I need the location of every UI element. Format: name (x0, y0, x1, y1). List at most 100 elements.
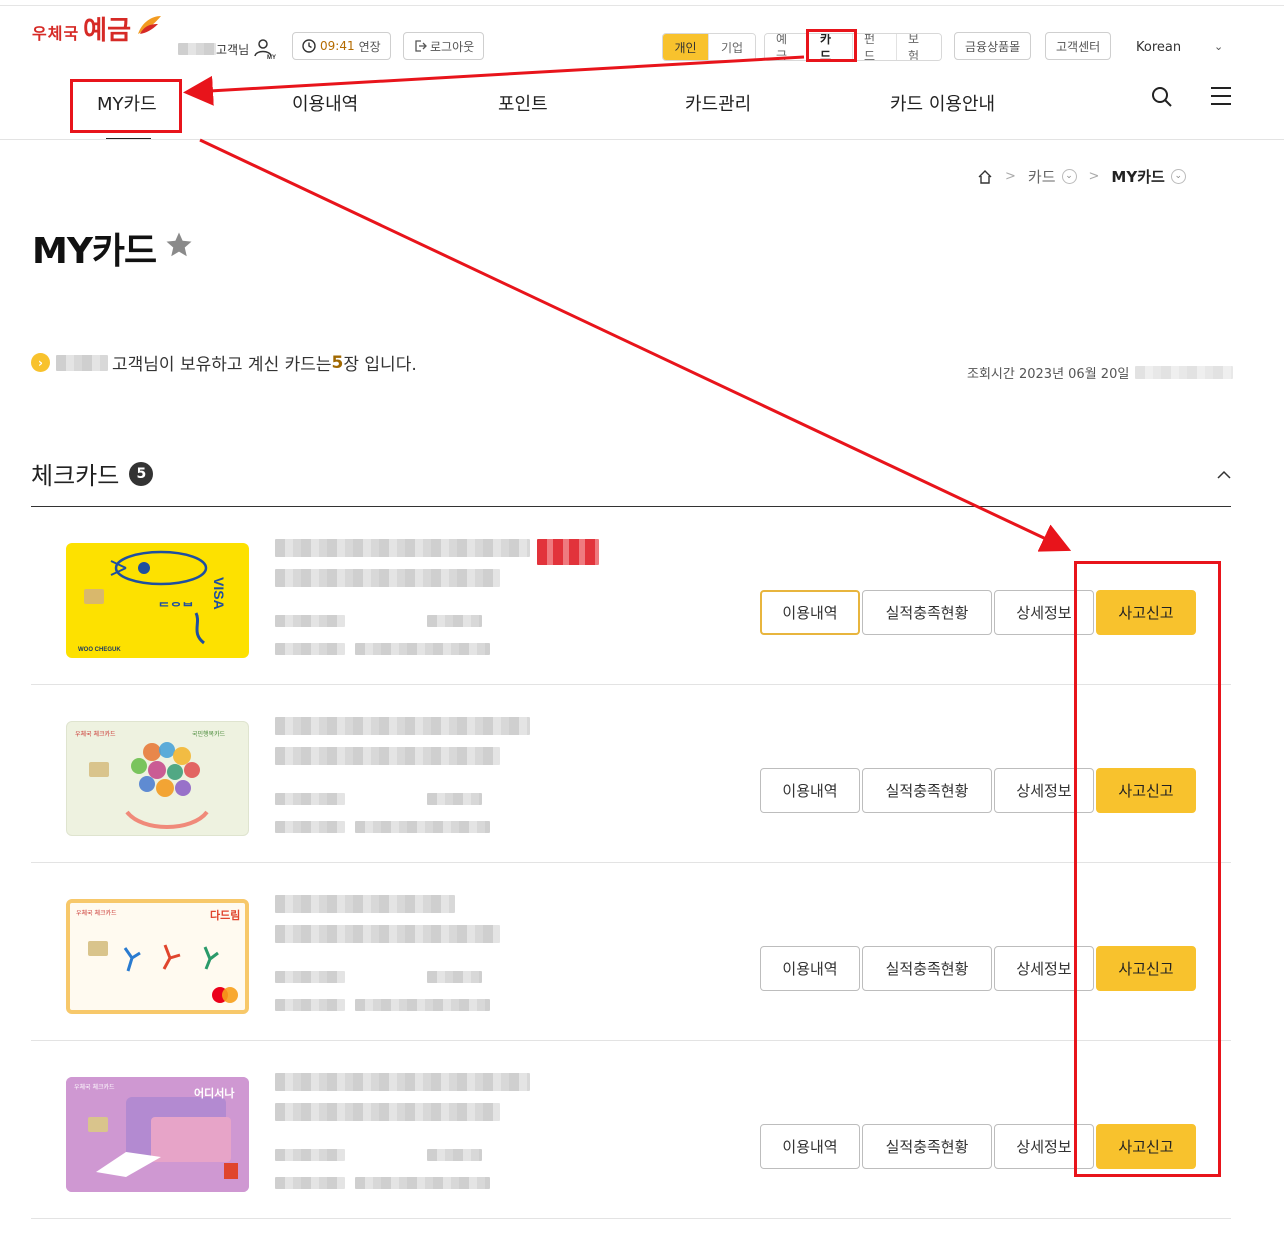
annotation-box-card-tab (806, 29, 857, 62)
clock-icon (302, 39, 316, 53)
card-image[interactable]: 우체국 체크카드 다드림 (66, 899, 249, 1014)
masked-field (275, 793, 345, 805)
finance-mall-label: 금융상품몰 (965, 39, 1021, 54)
history-button[interactable]: 이용내역 (760, 768, 860, 813)
customer-center-label: 고객센터 (1056, 39, 1101, 54)
chevron-right-icon: › (31, 353, 50, 372)
gnb-points[interactable]: 포인트 (498, 90, 548, 116)
toggle-personal[interactable]: 개인 (663, 34, 709, 60)
breadcrumb-separator: > (1088, 169, 1100, 184)
card-art: ᆮᆼᆸ VISA WOO CHEGUK (78, 550, 227, 653)
card-text: 우체국 체크카드 (74, 1083, 115, 1091)
gnb-history[interactable]: 이용내역 (292, 90, 358, 116)
menu-icon[interactable] (1210, 86, 1232, 106)
user-suffix: 고객님 (216, 42, 250, 57)
star-icon[interactable] (164, 230, 194, 260)
masked-field (275, 1149, 345, 1161)
customer-type-toggle: 개인 기업 (662, 33, 756, 61)
card-info (275, 715, 605, 865)
card-image[interactable]: 우체국 체크카드 어디서나 (66, 1077, 249, 1192)
performance-button[interactable]: 실적충족현황 (862, 590, 992, 635)
card-info (275, 537, 605, 687)
breadcrumb-separator: > (1005, 169, 1016, 184)
performance-button[interactable]: 실적충족현황 (862, 1124, 992, 1169)
logo[interactable]: 우체국 예금 (32, 16, 161, 46)
finance-mall-button[interactable]: 금융상품몰 (954, 32, 1032, 60)
card-row: ᆮᆼᆸ VISA WOO CHEGUK 이용내역 실적충족현황 상세정보 사고신… (31, 507, 1231, 685)
masked-card-number (275, 747, 500, 765)
card-image[interactable]: ᆮᆼᆸ VISA WOO CHEGUK (66, 543, 249, 658)
masked-field (355, 999, 490, 1011)
masked-time (1135, 366, 1234, 379)
masked-field (275, 999, 345, 1011)
card-count-summary: › 고객님이 보유하고 계신 카드는 5 장 입니다. (31, 350, 417, 375)
chevron-up-icon[interactable] (1216, 470, 1232, 480)
performance-button[interactable]: 실적충족현황 (862, 946, 992, 991)
query-time: 조회시간 2023년 06월 20일 (967, 363, 1234, 382)
annotation-box-my-card (70, 79, 182, 133)
section-title: 체크카드 5 (31, 456, 154, 491)
masked-name (178, 43, 216, 55)
masked-field (355, 1177, 490, 1189)
card-brand: 다드림 (210, 908, 240, 922)
performance-button[interactable]: 실적충족현황 (862, 768, 992, 813)
history-button[interactable]: 이용내역 (760, 1124, 860, 1169)
card-brand: 국민행복카드 (192, 730, 226, 738)
masked-field (275, 821, 345, 833)
masked-field (355, 643, 490, 655)
query-time-date: 2023년 06월 20일 (1018, 367, 1130, 382)
masked-card-number (275, 569, 500, 587)
card-art: 우체국 체크카드 다드림 (76, 908, 240, 1003)
masked-field (427, 615, 482, 627)
card-art: 우체국 체크카드 어디서나 (66, 1077, 249, 1192)
session-extend-button[interactable]: 09:41 연장 (292, 32, 391, 60)
masked-card-number (275, 925, 500, 943)
user-info: 고객님 MY (178, 38, 277, 60)
logo-big-text: 예금 (83, 16, 132, 46)
card-image[interactable]: 우체국 체크카드 국민행복카드 (66, 721, 249, 836)
summary-count: 5 (331, 352, 344, 373)
summary-prefix: 고객님이 보유하고 계신 카드는 (112, 355, 332, 375)
language-select[interactable]: Korean (1136, 40, 1181, 55)
annotation-box-report-buttons (1074, 561, 1221, 1177)
logout-icon (415, 40, 427, 52)
tab-fund[interactable]: 펀드 (853, 34, 897, 60)
masked-field (275, 615, 345, 627)
masked-name (56, 354, 108, 371)
summary-suffix: 장 입니다. (343, 355, 417, 375)
chevron-down-icon[interactable]: ⌄ (1061, 169, 1077, 184)
masked-field (427, 971, 482, 983)
masked-field (355, 821, 490, 833)
header-divider (0, 139, 1284, 140)
toggle-business[interactable]: 기업 (709, 34, 755, 60)
logout-button[interactable]: 로그아웃 (403, 32, 485, 60)
top-divider (0, 5, 1284, 6)
card-text: WOO CHEGUK (78, 647, 121, 653)
card-row: 우체국 체크카드 국민행복카드 이용내역 실적충족현황 상세정보 사고신고 (31, 685, 1231, 863)
chevron-down-icon[interactable]: ⌄ (1170, 169, 1186, 184)
tab-deposit[interactable]: 예금 (765, 34, 809, 60)
masked-field (427, 793, 482, 805)
breadcrumb: > 카드 ⌄ > MY카드 ⌄ (977, 166, 1186, 187)
customer-center-button[interactable]: 고객센터 (1045, 32, 1112, 60)
gnb-card-guide[interactable]: 카드 이용안내 (890, 90, 995, 116)
session-time: 09:41 (320, 39, 355, 53)
chevron-down-icon[interactable]: ⌄ (1214, 40, 1223, 53)
tab-insurance[interactable]: 보험 (897, 34, 941, 60)
logout-label: 로그아웃 (430, 39, 475, 54)
card-text: 우체국 체크카드 (75, 730, 116, 738)
query-time-label: 조회시간 (967, 367, 1015, 382)
breadcrumb-level1[interactable]: 카드 (1028, 166, 1056, 187)
leaf-icon (138, 16, 161, 34)
masked-card-name (275, 539, 530, 557)
breadcrumb-level2[interactable]: MY카드 (1111, 166, 1164, 187)
history-button[interactable]: 이용내역 (760, 590, 860, 635)
home-icon[interactable] (977, 169, 993, 185)
my-user-icon[interactable]: MY (253, 38, 277, 60)
extend-label: 연장 (358, 39, 381, 54)
history-button[interactable]: 이용내역 (760, 946, 860, 991)
masked-field (275, 643, 345, 655)
masked-field (427, 1149, 482, 1161)
search-icon[interactable] (1151, 86, 1173, 108)
gnb-card-management[interactable]: 카드관리 (685, 90, 751, 116)
